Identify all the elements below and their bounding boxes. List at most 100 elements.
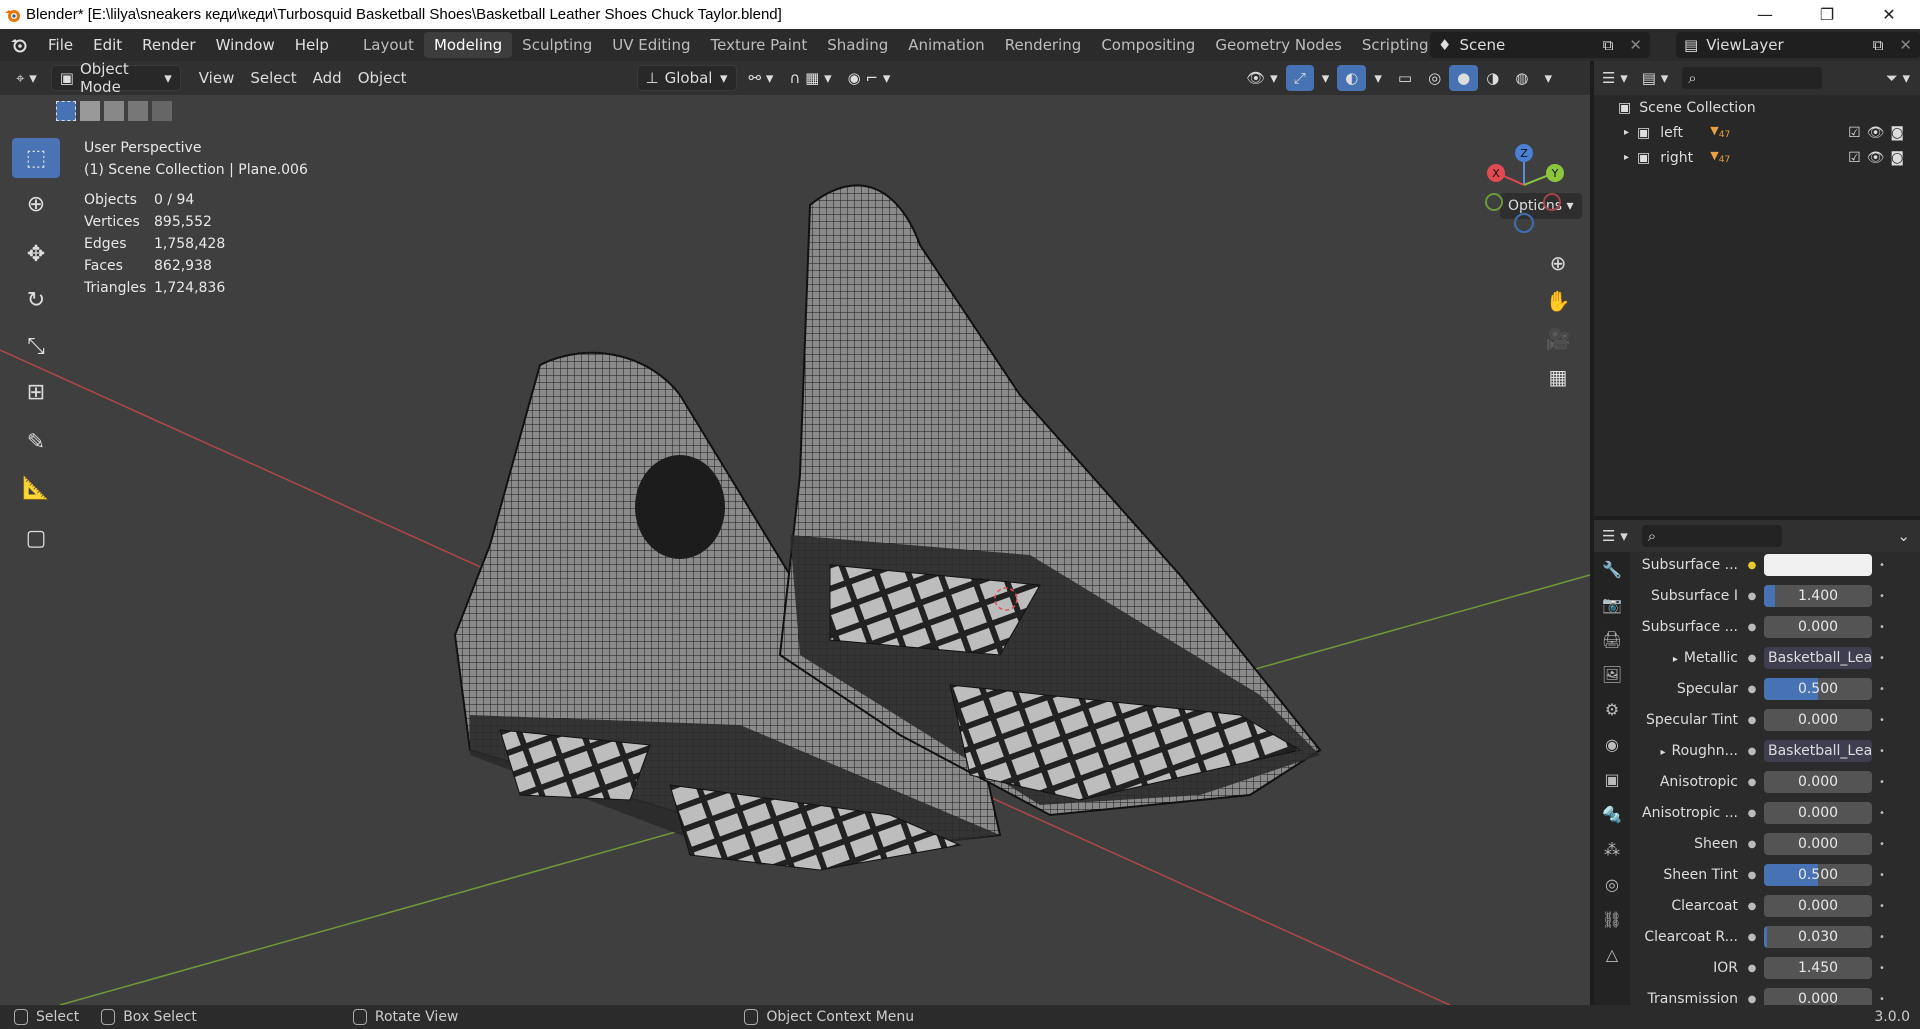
minimize-button[interactable]: — (1734, 0, 1796, 29)
socket-dot-icon[interactable]: ● (1744, 746, 1760, 757)
world-tab-icon[interactable]: ◉ (1594, 727, 1630, 762)
render-tab-icon[interactable]: 📷 (1594, 587, 1630, 622)
object-menu[interactable]: Object (350, 65, 415, 91)
expand-arrow-icon[interactable]: ▸ (1624, 152, 1629, 163)
cursor-tool-icon[interactable]: ⊕ (12, 184, 60, 224)
select-intersect-icon[interactable] (152, 101, 172, 121)
editor-type-icon[interactable]: ⌖ ▾ (8, 65, 45, 91)
keyframe-dot-icon[interactable]: • (1872, 932, 1892, 943)
measure-tool-icon[interactable]: 📐 (12, 468, 60, 508)
pan-hand-icon[interactable]: ✋ (1540, 282, 1576, 320)
viewlayer-selector[interactable]: ▤ ViewLayer ⧉ ✕ (1676, 32, 1920, 58)
property-field[interactable]: 1.400 (1764, 585, 1872, 607)
keyframe-dot-icon[interactable]: • (1872, 870, 1892, 881)
chevron-down-icon[interactable]: ⌄ (1897, 527, 1910, 545)
socket-dot-icon[interactable]: ● (1744, 963, 1760, 974)
filter-icon[interactable]: ⏷ ▾ (1886, 69, 1910, 87)
outliner-search-input[interactable]: ⌕ (1682, 67, 1823, 89)
overlay-dropdown-icon[interactable]: ▾ (1366, 65, 1390, 91)
keyframe-dot-icon[interactable]: • (1872, 777, 1892, 788)
select-extend-icon[interactable] (80, 101, 100, 121)
proportional-edit-icon[interactable]: ◉ ⌐ ▾ (840, 65, 899, 91)
shading-dropdown-icon[interactable]: ▾ (1536, 65, 1560, 91)
expand-arrow-icon[interactable]: ▸ (1673, 654, 1678, 665)
tab-uv-editing[interactable]: UV Editing (602, 32, 700, 58)
gizmo-toggle-icon[interactable]: ⤢ (1285, 65, 1314, 91)
display-mode-icon[interactable]: ▤ ▾ (1642, 69, 1668, 87)
overlay-toggle-icon[interactable]: ◐ (1337, 65, 1367, 91)
socket-dot-icon[interactable]: ● (1744, 870, 1760, 881)
view-layer-tab-icon[interactable]: 🖼 (1594, 657, 1630, 692)
socket-dot-icon[interactable]: ● (1744, 808, 1760, 819)
navigation-gizmo[interactable]: Z Y X (1480, 140, 1580, 240)
socket-dot-icon[interactable]: ● (1744, 684, 1760, 695)
rendered-shading-icon[interactable]: ◍ (1507, 65, 1536, 91)
keyframe-dot-icon[interactable]: • (1872, 591, 1892, 602)
socket-dot-icon[interactable]: ● (1744, 715, 1760, 726)
property-field[interactable]: 0.000 (1764, 802, 1872, 824)
menu-file[interactable]: File (38, 29, 83, 61)
socket-dot-icon[interactable]: ● (1744, 591, 1760, 602)
outliner-row-left[interactable]: ▸ ▣ left ▼47 ☑👁◙ (1594, 120, 1920, 145)
select-menu[interactable]: Select (242, 65, 304, 91)
menu-window[interactable]: Window (206, 29, 285, 61)
snap-icon[interactable]: ∩ ▦ ▾ (781, 65, 839, 91)
close-button[interactable]: ✕ (1858, 0, 1920, 29)
scene-copy-icon[interactable]: ⧉ (1595, 36, 1622, 54)
socket-dot-icon[interactable]: ● (1744, 901, 1760, 912)
outliner-toggles[interactable]: ☑👁◙ (1848, 150, 1910, 166)
ortho-grid-icon[interactable]: ▦ (1540, 358, 1576, 396)
move-tool-icon[interactable]: ✥ (12, 234, 60, 274)
zoom-icon[interactable]: ⊕ (1540, 244, 1576, 282)
keyframe-dot-icon[interactable]: • (1872, 622, 1892, 633)
select-invert-icon[interactable] (128, 101, 148, 121)
outliner-toggles[interactable]: ☑👁◙ (1848, 125, 1910, 141)
gizmo-dropdown-icon[interactable]: ▾ (1314, 65, 1338, 91)
modifier-tab-icon[interactable]: 🔩 (1594, 797, 1630, 832)
pivot-icon[interactable]: ⚯ ▾ (741, 65, 782, 91)
keyframe-dot-icon[interactable]: • (1872, 994, 1892, 1005)
socket-dot-icon[interactable]: ● (1744, 777, 1760, 788)
keyframe-dot-icon[interactable]: • (1872, 715, 1892, 726)
property-field[interactable]: 0.500 (1764, 864, 1872, 886)
tab-rendering[interactable]: Rendering (995, 32, 1092, 58)
visibility-icon[interactable]: 👁 ▾ (1238, 65, 1285, 91)
tab-modeling[interactable]: Modeling (423, 32, 513, 58)
wireframe-shading-icon[interactable]: ◎ (1420, 65, 1449, 91)
outliner-row-right[interactable]: ▸ ▣ right ▼47 ☑👁◙ (1594, 145, 1920, 170)
keyframe-dot-icon[interactable]: • (1872, 808, 1892, 819)
keyframe-dot-icon[interactable]: • (1872, 839, 1892, 850)
scene-tab-icon[interactable]: ⚙ (1594, 692, 1630, 727)
orientation-select[interactable]: ⊥ Global ▾ (636, 65, 737, 91)
tab-scripting[interactable]: Scripting (1352, 32, 1439, 58)
properties-search-input[interactable]: ⌕ (1641, 525, 1782, 547)
scene-close-icon[interactable]: ✕ (1621, 36, 1650, 54)
properties-editor-icon[interactable]: ☰ ▾ (1602, 527, 1628, 545)
select-box-tool-icon[interactable]: ⬚ (12, 138, 60, 178)
add-menu[interactable]: Add (305, 65, 350, 91)
keyframe-dot-icon[interactable]: • (1872, 684, 1892, 695)
tab-layout[interactable]: Layout (353, 32, 424, 58)
data-tab-icon[interactable]: △ (1594, 937, 1630, 972)
property-field[interactable]: 0.500 (1764, 678, 1872, 700)
keyframe-dot-icon[interactable]: • (1872, 746, 1892, 757)
constraints-tab-icon[interactable]: ⛓ (1594, 902, 1630, 937)
tab-shading[interactable]: Shading (817, 32, 898, 58)
camera-view-icon[interactable]: 🎥 (1540, 320, 1576, 358)
expand-arrow-icon[interactable]: ▸ (1660, 747, 1665, 758)
socket-dot-icon[interactable]: ● (1744, 622, 1760, 633)
socket-dot-icon[interactable]: ● (1744, 560, 1760, 571)
view-menu[interactable]: View (191, 65, 243, 91)
add-cube-tool-icon[interactable]: ▢ (12, 518, 60, 558)
socket-dot-icon[interactable]: ● (1744, 839, 1760, 850)
rotate-tool-icon[interactable]: ↻ (12, 280, 60, 320)
keyframe-dot-icon[interactable]: • (1872, 901, 1892, 912)
scene-selector[interactable]: ♦ Scene ⧉ ✕ (1430, 32, 1650, 58)
outliner-row-scene-collection[interactable]: ▣ Scene Collection (1594, 95, 1920, 120)
property-field[interactable]: Basketball_Lea... (1764, 647, 1872, 669)
transform-tool-icon[interactable]: ⊞ (12, 372, 60, 412)
scale-tool-icon[interactable]: ⤡ (12, 326, 60, 366)
property-field[interactable]: 0.000 (1764, 771, 1872, 793)
annotate-tool-icon[interactable]: ✎ (12, 422, 60, 462)
property-field[interactable]: 0.030 (1764, 926, 1872, 948)
